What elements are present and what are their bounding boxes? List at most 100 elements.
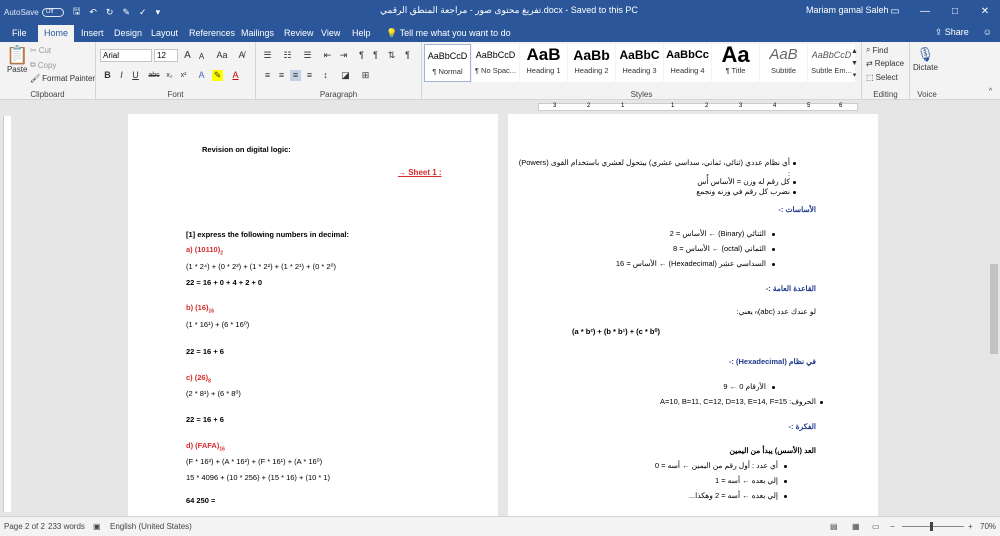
- language[interactable]: English (United States): [110, 522, 192, 531]
- ltr-icon[interactable]: ¶: [356, 50, 367, 61]
- cut-button[interactable]: ✂ Cut: [30, 46, 51, 55]
- find-button[interactable]: ⌕ Find: [866, 45, 888, 55]
- ribbon-display-icon[interactable]: ▭: [880, 0, 910, 22]
- ruler-number: 5: [807, 103, 811, 109]
- maximize-icon[interactable]: □: [940, 0, 970, 22]
- strikethrough-button[interactable]: abc: [146, 70, 162, 81]
- bullets-icon[interactable]: ☰: [262, 50, 273, 61]
- vertical-scrollbar[interactable]: [988, 114, 1000, 516]
- share-button[interactable]: ⇪ Share: [935, 27, 969, 38]
- highlight-icon[interactable]: ✎: [212, 70, 223, 81]
- font-color-icon[interactable]: A: [230, 70, 241, 81]
- left-page[interactable]: Revision on digital logic: → Sheet 1 : […: [128, 114, 498, 516]
- zoom-out-icon[interactable]: −: [890, 522, 895, 531]
- page-count[interactable]: Page 2 of 2: [4, 522, 45, 531]
- styles-scroll-down-icon[interactable]: ▼: [849, 58, 860, 69]
- tab-mailings[interactable]: Mailings: [235, 25, 280, 42]
- decrease-indent-icon[interactable]: ⇤: [322, 50, 333, 61]
- tell-me-box[interactable]: 💡 Tell me what you want to do: [380, 25, 517, 42]
- clear-formatting-icon[interactable]: A̸: [236, 50, 247, 61]
- tab-insert[interactable]: Insert: [75, 25, 110, 42]
- tab-layout[interactable]: Layout: [145, 25, 184, 42]
- align-right-icon[interactable]: ≡: [290, 70, 301, 81]
- web-layout-icon[interactable]: ▭: [872, 522, 880, 531]
- word-count[interactable]: 233 words: [48, 522, 85, 531]
- rtl-icon[interactable]: ¶: [370, 50, 381, 61]
- save-icon[interactable]: 🖫: [73, 4, 81, 20]
- show-formatting-icon[interactable]: ¶: [402, 50, 413, 61]
- customize-quick-access-icon[interactable]: ▾: [156, 7, 161, 18]
- part-c-heading: c) (26)8: [186, 373, 211, 385]
- font-name-box[interactable]: Arial: [100, 49, 152, 62]
- change-case-button[interactable]: Aa: [214, 50, 230, 61]
- format-painter-icon[interactable]: ✎: [122, 7, 130, 18]
- style-normal[interactable]: AaBbCcD ¶ Normal: [424, 44, 471, 82]
- paste-button[interactable]: 📋 Paste: [6, 46, 28, 74]
- replace-button[interactable]: ⇄ Replace: [866, 59, 904, 68]
- tab-references[interactable]: References: [183, 25, 241, 42]
- minimize-icon[interactable]: —: [910, 0, 940, 22]
- spelling-icon[interactable]: ✓: [139, 7, 147, 18]
- styles-scroll-up-icon[interactable]: ▲: [849, 46, 860, 57]
- vertical-ruler[interactable]: [0, 114, 14, 516]
- autosave-toggle[interactable]: AutoSave Off: [4, 7, 64, 17]
- grow-font-button[interactable]: A: [182, 50, 193, 61]
- user-name[interactable]: Mariam gamal Saleh: [806, 5, 889, 15]
- redo-icon[interactable]: ↻: [106, 7, 114, 18]
- text-effects-icon[interactable]: A: [196, 70, 207, 81]
- clipboard-group: 📋 Paste ✂ Cut ⧉ Copy 🖌 Format Painter Clipb…: [0, 42, 96, 100]
- comments-icon[interactable]: ☺: [983, 27, 992, 38]
- tab-home[interactable]: Home: [38, 25, 75, 42]
- style-subtle-emphasis[interactable]: AaBbCcD Subtle Em...: [808, 44, 855, 82]
- shading-icon[interactable]: ◪: [340, 70, 351, 81]
- zoom-slider[interactable]: [902, 526, 964, 527]
- ruler-number: 6: [839, 103, 843, 109]
- read-mode-icon[interactable]: ▤: [830, 522, 838, 531]
- undo-icon[interactable]: ↶: [89, 7, 97, 18]
- style-title[interactable]: Aa ¶ Title: [712, 44, 759, 82]
- style-no-spacing[interactable]: AaBbCcD ¶ No Spac...: [472, 44, 519, 82]
- multilevel-list-icon[interactable]: ☰: [302, 50, 313, 61]
- style-subtitle[interactable]: AaB Subtitle: [760, 44, 807, 82]
- zoom-level[interactable]: 70%: [980, 522, 996, 531]
- style-heading-3[interactable]: AaBbC Heading 3: [616, 44, 663, 82]
- align-center-icon[interactable]: ≡: [276, 70, 287, 81]
- italic-button[interactable]: I: [116, 70, 127, 81]
- increase-indent-icon[interactable]: ⇥: [338, 50, 349, 61]
- dictate-button[interactable]: 🎙 Dictate: [913, 46, 938, 72]
- tab-view[interactable]: View: [315, 25, 346, 42]
- close-icon[interactable]: ✕: [970, 0, 1000, 22]
- format-painter-button[interactable]: 🖌 Format Painter: [30, 74, 95, 83]
- underline-button[interactable]: U: [130, 70, 141, 81]
- scrollbar-thumb[interactable]: [990, 264, 998, 354]
- align-left-icon[interactable]: ≡: [262, 70, 273, 81]
- right-page[interactable]: أي نظام عددي (ثنائي، ثماني، سداسي عشري) …: [508, 114, 878, 516]
- styles-more-icon[interactable]: ▾: [849, 70, 860, 81]
- tab-help[interactable]: Help: [346, 25, 377, 42]
- style-heading-2[interactable]: AaBb Heading 2: [568, 44, 615, 82]
- numbering-icon[interactable]: ☷: [282, 50, 293, 61]
- copy-button[interactable]: ⧉ Copy: [30, 60, 56, 70]
- subscript-button[interactable]: x₂: [164, 70, 175, 81]
- select-button[interactable]: ⬚ Select: [866, 73, 898, 82]
- font-size-box[interactable]: 12: [154, 49, 178, 62]
- horizontal-ruler[interactable]: 3 2 1 1 2 3 4 5 6: [0, 100, 1000, 114]
- shrink-font-button[interactable]: A: [196, 51, 207, 62]
- style-heading-1[interactable]: AaB Heading 1: [520, 44, 567, 82]
- print-layout-icon[interactable]: ▦: [852, 522, 860, 531]
- zoom-slider-thumb[interactable]: [930, 522, 933, 531]
- line-spacing-icon[interactable]: ↕: [320, 70, 331, 81]
- collapse-ribbon-icon[interactable]: ^: [985, 86, 996, 97]
- tab-design[interactable]: Design: [108, 25, 148, 42]
- bold-button[interactable]: B: [102, 70, 113, 81]
- proofing-icon[interactable]: ▣: [93, 522, 101, 531]
- sort-icon[interactable]: ⇅: [386, 50, 397, 61]
- superscript-button[interactable]: x²: [178, 70, 189, 81]
- tab-review[interactable]: Review: [278, 25, 320, 42]
- tab-file[interactable]: File: [6, 25, 33, 42]
- style-heading-4[interactable]: AaBbCc Heading 4: [664, 44, 711, 82]
- zoom-in-icon[interactable]: +: [968, 522, 973, 531]
- lightbulb-icon: 💡: [386, 28, 398, 38]
- borders-icon[interactable]: ⊞: [360, 70, 371, 81]
- justify-icon[interactable]: ≡: [304, 70, 315, 81]
